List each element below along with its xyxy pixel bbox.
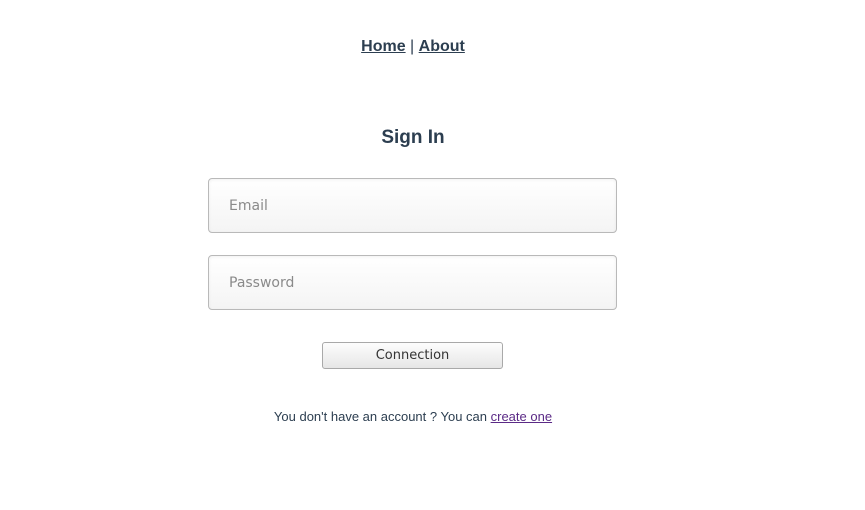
connection-button[interactable]: Connection	[322, 342, 503, 369]
top-nav: Home | About	[0, 37, 826, 57]
nav-home-link[interactable]: Home	[361, 38, 405, 55]
signup-prompt: You don't have an account ? You can crea…	[0, 409, 826, 425]
password-field[interactable]	[208, 255, 617, 310]
nav-about-link[interactable]: About	[419, 38, 465, 55]
create-account-link[interactable]: create one	[491, 409, 552, 424]
email-field[interactable]	[208, 178, 617, 233]
nav-separator: |	[410, 38, 419, 55]
page-title: Sign In	[381, 127, 445, 148]
signup-prompt-text: You don't have an account ? You can	[273, 409, 491, 424]
